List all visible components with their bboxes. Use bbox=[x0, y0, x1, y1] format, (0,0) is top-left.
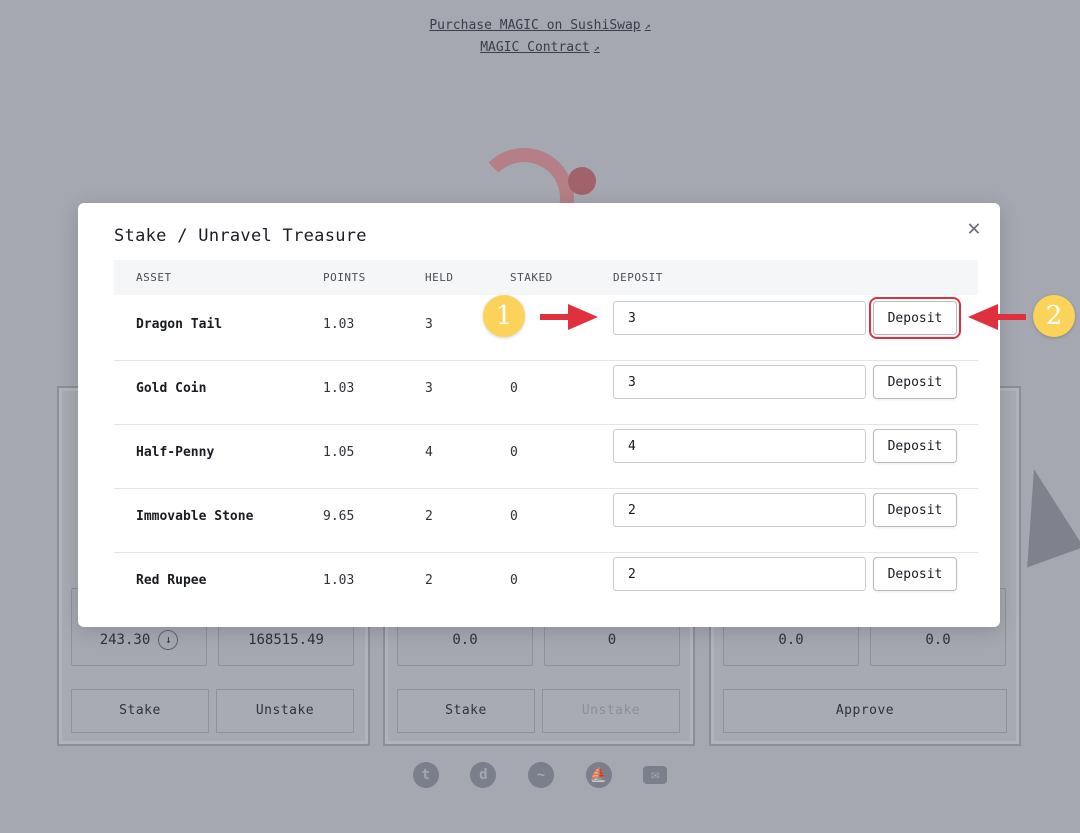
deposit-amount-input[interactable] bbox=[613, 493, 866, 527]
asset-points: 9.65 bbox=[323, 509, 355, 524]
external-link-icon: ↗ bbox=[644, 21, 651, 32]
column-held: HELD bbox=[425, 271, 454, 284]
close-icon[interactable]: ✕ bbox=[962, 217, 986, 241]
deposit-button[interactable]: Deposit bbox=[873, 429, 957, 463]
deposit-button[interactable]: Deposit bbox=[873, 557, 957, 591]
arrow-left-icon bbox=[968, 304, 1026, 330]
approve-button[interactable]: Approve bbox=[723, 689, 1007, 733]
deposit-button[interactable]: Deposit bbox=[873, 365, 957, 399]
asset-name: Half-Penny bbox=[136, 445, 215, 460]
asset-held: 2 bbox=[425, 573, 433, 588]
background-links: Purchase MAGIC on SushiSwap ↗ MAGIC Contr… bbox=[0, 18, 1080, 62]
table-row: Half-Penny 1.05 4 0 Deposit bbox=[114, 424, 978, 489]
asset-points: 1.03 bbox=[323, 573, 355, 588]
modal-title: Stake / Unravel Treasure bbox=[114, 226, 367, 246]
asset-name: Gold Coin bbox=[136, 381, 207, 396]
column-staked: STAKED bbox=[510, 271, 553, 284]
discord-icon[interactable]: d bbox=[470, 762, 497, 788]
external-link-icon: ↗ bbox=[593, 43, 600, 54]
arrow-right-icon bbox=[540, 304, 598, 330]
stake-button[interactable]: Stake bbox=[71, 689, 209, 733]
asset-name: Dragon Tail bbox=[136, 317, 223, 332]
deposit-amount-input[interactable] bbox=[613, 429, 866, 463]
unstake-button[interactable]: Unstake bbox=[542, 689, 680, 733]
ring-dot-graphic bbox=[568, 167, 596, 195]
magic-contract-link[interactable]: MAGIC Contract ↗ bbox=[0, 40, 1080, 55]
deposit-amount-input[interactable] bbox=[613, 557, 866, 591]
arrow-down-icon[interactable]: ↓ bbox=[158, 630, 179, 650]
mail-icon[interactable]: ✉ bbox=[643, 766, 668, 784]
asset-held: 3 bbox=[425, 317, 433, 332]
table-row: Gold Coin 1.03 3 0 Deposit bbox=[114, 360, 978, 425]
chart-icon[interactable]: ~ bbox=[528, 762, 554, 788]
asset-points: 1.03 bbox=[323, 317, 355, 332]
asset-points: 1.05 bbox=[323, 445, 355, 460]
asset-staked: 0 bbox=[510, 381, 518, 396]
unstake-button[interactable]: Unstake bbox=[216, 689, 354, 733]
purchase-magic-link[interactable]: Purchase MAGIC on SushiSwap ↗ bbox=[0, 18, 1080, 33]
asset-staked: 0 bbox=[510, 445, 518, 460]
asset-held: 4 bbox=[425, 445, 433, 460]
step-badge-1: 1 bbox=[483, 295, 525, 337]
asset-held: 3 bbox=[425, 381, 433, 396]
asset-name: Immovable Stone bbox=[136, 509, 254, 524]
column-points: POINTS bbox=[323, 271, 366, 284]
table-row: Immovable Stone 9.65 2 0 Deposit bbox=[114, 488, 978, 553]
twitter-icon[interactable]: t bbox=[412, 762, 439, 788]
deposit-button[interactable]: Deposit bbox=[869, 297, 961, 339]
stake-button[interactable]: Stake bbox=[397, 689, 535, 733]
asset-points: 1.03 bbox=[323, 381, 355, 396]
asset-staked: 0 bbox=[510, 509, 518, 524]
social-links: t d ~ ⛵ ✉ bbox=[0, 762, 1080, 788]
asset-name: Red Rupee bbox=[136, 573, 207, 588]
column-asset: ASSET bbox=[136, 271, 172, 284]
table-header: ASSET POINTS HELD STAKED DEPOSIT bbox=[114, 260, 978, 295]
stake-modal: Stake / Unravel Treasure ✕ ASSET POINTS … bbox=[78, 203, 1000, 627]
deposit-amount-input[interactable] bbox=[613, 301, 866, 335]
deposit-button[interactable]: Deposit bbox=[873, 493, 957, 527]
asset-held: 2 bbox=[425, 509, 433, 524]
opensea-icon[interactable]: ⛵ bbox=[585, 762, 612, 788]
deposit-amount-input[interactable] bbox=[613, 365, 866, 399]
step-badge-2: 2 bbox=[1033, 295, 1075, 337]
table-row: Red Rupee 1.03 2 0 Deposit bbox=[114, 552, 978, 616]
column-deposit: DEPOSIT bbox=[613, 271, 663, 284]
asset-staked: 0 bbox=[510, 573, 518, 588]
